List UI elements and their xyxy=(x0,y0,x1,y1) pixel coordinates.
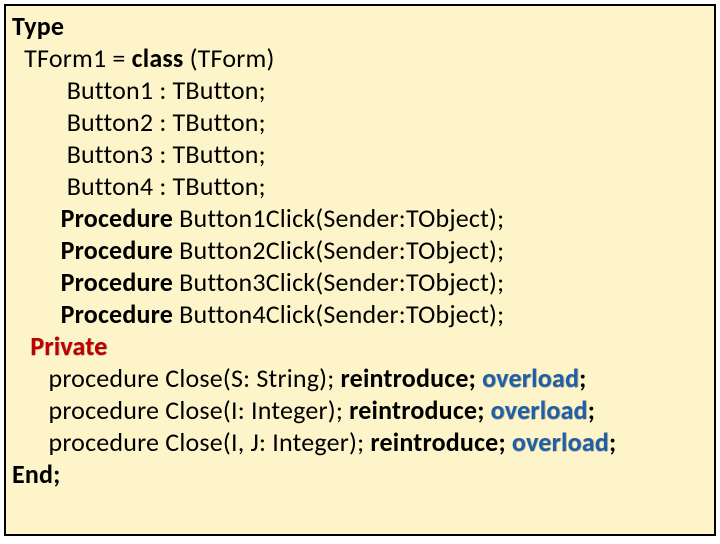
kw-overload: overload xyxy=(512,426,609,458)
kw-procedure: Procedure xyxy=(61,298,173,330)
code-line-10: Procedure Button4Click(Sender:TObject); xyxy=(12,298,708,330)
code-line-8: Procedure Button2Click(Sender:TObject); xyxy=(12,234,708,266)
kw-private: Private xyxy=(30,330,107,362)
code-block: Type TForm1 = class (TForm) Button1 : TB… xyxy=(4,4,716,536)
kw-overload: overload xyxy=(491,394,588,426)
code-line-6: Button4 : TButton; xyxy=(12,170,708,202)
text: TForm1 = xyxy=(12,42,132,74)
code-line-2: TForm1 = class (TForm) xyxy=(12,42,708,74)
code-line-13: procedure Close(I: Integer); reintroduce… xyxy=(12,394,708,426)
code-line-15: End; xyxy=(12,458,708,490)
kw-overload: overload xyxy=(482,362,579,394)
kw-procedure: Procedure xyxy=(61,234,173,266)
text: (TForm) xyxy=(184,42,275,74)
kw-type: Type xyxy=(12,10,64,42)
code-line-4: Button2 : TButton; xyxy=(12,106,708,138)
text: Button4Click(Sender:TObject); xyxy=(173,298,504,330)
code-line-12: procedure Close(S: String); reintroduce;… xyxy=(12,362,708,394)
semi: ; xyxy=(609,426,616,458)
semi: ; xyxy=(588,394,595,426)
code-line-11: Private xyxy=(12,330,708,362)
kw-procedure: Procedure xyxy=(61,202,173,234)
indent xyxy=(12,298,61,330)
text: Button2Click(Sender:TObject); xyxy=(173,234,504,266)
text: procedure Close(S: String); xyxy=(12,362,341,394)
indent xyxy=(12,266,61,298)
code-line-1: Type xyxy=(12,10,708,42)
kw-reintroduce: reintroduce; xyxy=(341,362,477,394)
text: procedure Close(I, J: Integer); xyxy=(12,426,370,458)
text: procedure Close(I: Integer); xyxy=(12,394,349,426)
kw-reintroduce: reintroduce; xyxy=(370,426,506,458)
code-line-5: Button3 : TButton; xyxy=(12,138,708,170)
kw-end: End; xyxy=(12,458,61,490)
kw-reintroduce: reintroduce; xyxy=(349,394,485,426)
kw-procedure: Procedure xyxy=(61,266,173,298)
code-line-3: Button1 : TButton; xyxy=(12,74,708,106)
code-line-9: Procedure Button3Click(Sender:TObject); xyxy=(12,266,708,298)
indent xyxy=(12,202,61,234)
code-line-14: procedure Close(I, J: Integer); reintrod… xyxy=(12,426,708,458)
indent xyxy=(12,234,61,266)
text: Button3Click(Sender:TObject); xyxy=(173,266,504,298)
code-line-7: Procedure Button1Click(Sender:TObject); xyxy=(12,202,708,234)
indent xyxy=(12,330,30,362)
text: Button1Click(Sender:TObject); xyxy=(173,202,504,234)
semi: ; xyxy=(579,362,586,394)
kw-class: class xyxy=(132,42,184,74)
